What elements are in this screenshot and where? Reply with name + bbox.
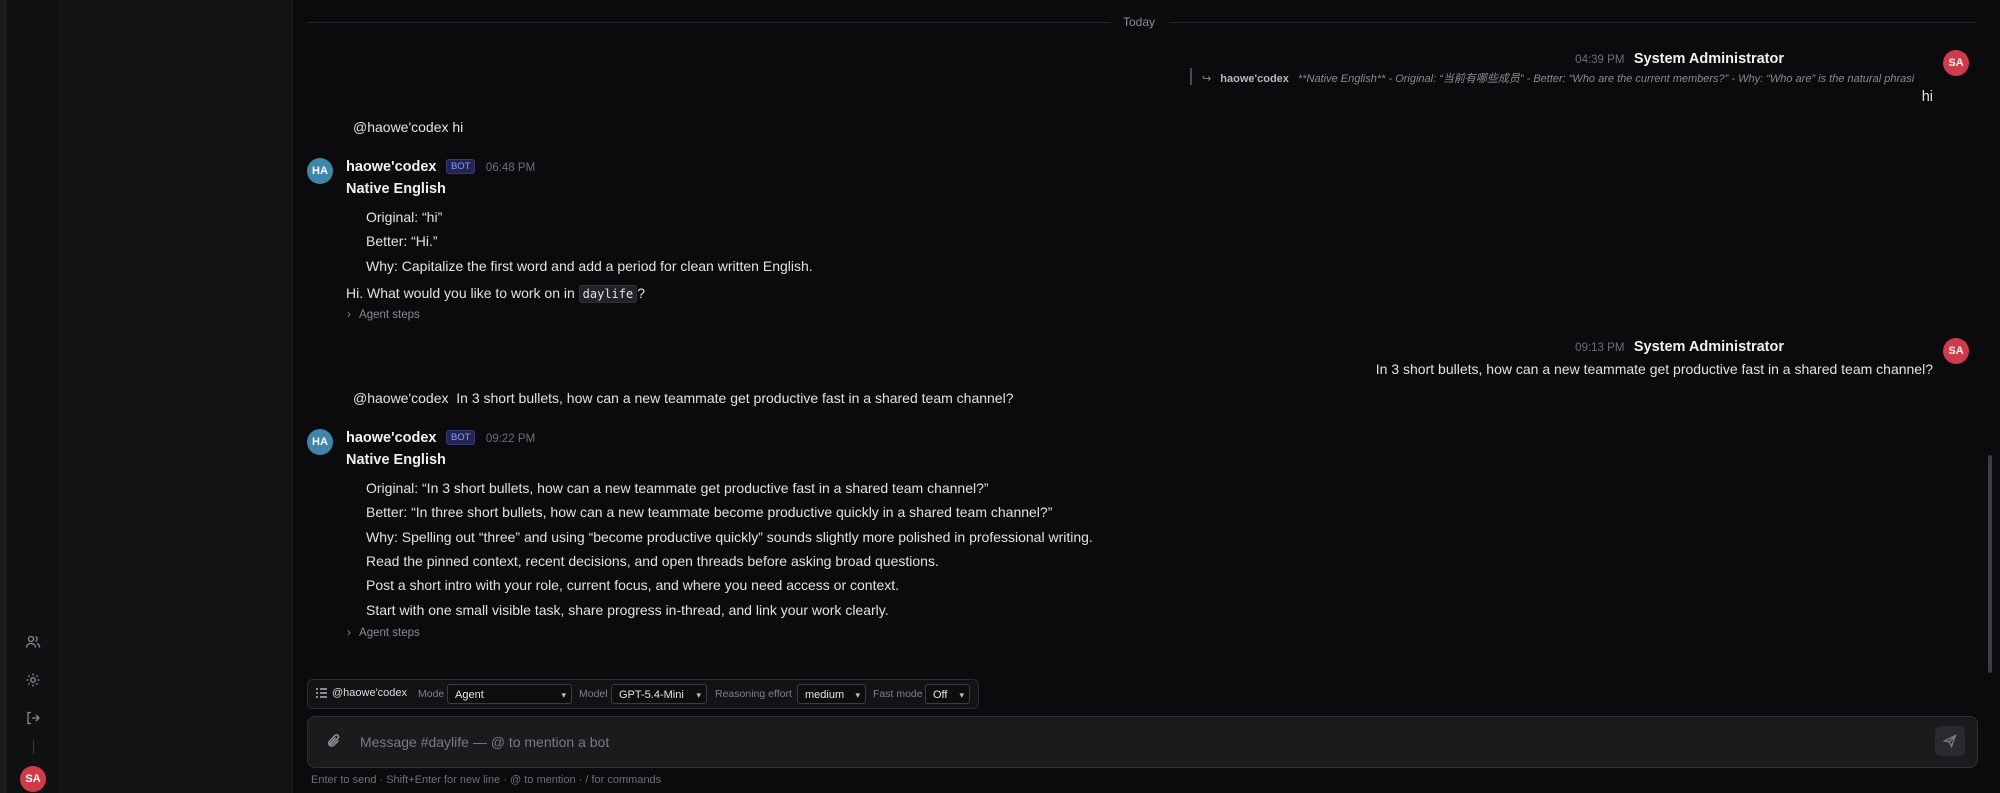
model-select[interactable]: GPT-5.4-Mini ▾ bbox=[611, 684, 707, 704]
fast-mode-label: Fast mode bbox=[873, 688, 923, 700]
message-author[interactable]: haowe'codex bbox=[346, 159, 436, 175]
fast-mode-select[interactable]: Off ▾ bbox=[925, 684, 970, 704]
model-label: Model bbox=[579, 688, 608, 700]
avatar[interactable]: SA bbox=[1943, 338, 1969, 364]
send-icon bbox=[1943, 734, 1957, 748]
send-button[interactable] bbox=[1935, 726, 1965, 756]
message-text: @haowe'codex In 3 short bullets, how can… bbox=[353, 390, 1014, 406]
message-time: 04:39 PM bbox=[1575, 54, 1625, 66]
message-text: Hi. What would you like to work on in da… bbox=[346, 285, 646, 303]
message-time: 09:13 PM bbox=[1575, 342, 1625, 354]
users-icon[interactable] bbox=[23, 632, 43, 652]
bot-avatar[interactable]: HA bbox=[307, 429, 333, 455]
message-text: In 3 short bullets, how can a new teamma… bbox=[1375, 361, 1933, 377]
reply-quote-bar bbox=[1190, 68, 1192, 85]
list-item: Post a short intro with your role, curre… bbox=[366, 577, 900, 593]
reply-arrow-icon: ↪ bbox=[1202, 73, 1212, 85]
bot-name: @haowe'codex bbox=[332, 687, 408, 699]
bot-settings-toolbar: @haowe'codex Mode Agent ▾ Model GPT-5.4-… bbox=[307, 679, 979, 709]
chevron-right-icon: › bbox=[347, 309, 351, 321]
reply-author: haowe'codex bbox=[1220, 73, 1289, 85]
bot-badge: BOT bbox=[445, 430, 476, 446]
message-header: haowe'codex BOT 06:48 PM bbox=[346, 158, 535, 176]
chevron-down-icon: ▾ bbox=[959, 690, 964, 700]
list-item: Why: Capitalize the first word and add a… bbox=[366, 258, 813, 274]
mode-value: Agent bbox=[455, 689, 484, 701]
message-time: 06:48 PM bbox=[485, 162, 536, 174]
reply-text: **Native English** - Original: “当前有哪些成员”… bbox=[1297, 73, 1915, 85]
agent-steps-toggle[interactable]: › Agent steps bbox=[347, 309, 420, 321]
channel-sidebar bbox=[60, 0, 293, 793]
gear-icon[interactable] bbox=[23, 670, 43, 690]
message-header: haowe'codex BOT 09:22 PM bbox=[346, 429, 535, 447]
current-user-avatar[interactable]: SA bbox=[20, 766, 46, 792]
list-item: Read the pinned context, recent decision… bbox=[366, 553, 939, 569]
message-header: 09:13 PM System Administrator bbox=[1575, 338, 1784, 356]
rail-divider bbox=[33, 740, 34, 754]
avatar[interactable]: SA bbox=[1943, 50, 1969, 76]
message-input[interactable] bbox=[358, 730, 1902, 754]
bot-badge: BOT bbox=[445, 159, 476, 175]
message-composer bbox=[307, 716, 1978, 768]
reply-quote[interactable]: ↪ haowe'codex **Native English** - Origi… bbox=[1202, 70, 1914, 86]
mode-label: Mode bbox=[418, 688, 445, 700]
chevron-down-icon: ▾ bbox=[696, 690, 701, 700]
bot-settings-icon bbox=[316, 686, 327, 705]
message-heading: Native English bbox=[346, 181, 446, 197]
message-text: @haowe'codex hi bbox=[353, 119, 464, 135]
message-author[interactable]: System Administrator bbox=[1634, 339, 1784, 355]
chevron-right-icon: › bbox=[347, 627, 351, 639]
logout-icon[interactable] bbox=[23, 708, 43, 728]
message-text-part: Hi. What would you like to work on in bbox=[346, 285, 575, 301]
agent-steps-label: Agent steps bbox=[359, 309, 420, 321]
message-author[interactable]: System Administrator bbox=[1634, 51, 1784, 67]
date-divider-label: Today bbox=[1122, 15, 1156, 29]
list-item: Start with one small visible task, share… bbox=[366, 602, 889, 618]
chevron-down-icon: ▾ bbox=[561, 690, 566, 700]
window-edge bbox=[0, 0, 7, 793]
composer-hint: Enter to send · Shift+Enter for new line… bbox=[311, 774, 662, 786]
reasoning-effort-select[interactable]: medium ▾ bbox=[797, 684, 866, 704]
message-heading: Native English bbox=[346, 452, 446, 468]
chevron-down-icon: ▾ bbox=[855, 690, 860, 700]
message-header: 04:39 PM System Administrator bbox=[1575, 50, 1784, 68]
list-item: Original: “In 3 short bullets, how can a… bbox=[366, 480, 989, 496]
reasoning-effort-label: Reasoning effort bbox=[715, 688, 792, 700]
attach-icon[interactable] bbox=[327, 733, 341, 754]
bot-avatar[interactable]: HA bbox=[307, 158, 333, 184]
inline-code: daylife bbox=[578, 285, 638, 303]
date-divider-line-right bbox=[1169, 22, 1976, 23]
model-value: GPT-5.4-Mini bbox=[619, 689, 684, 701]
reasoning-effort-value: medium bbox=[805, 689, 845, 701]
agent-steps-label: Agent steps bbox=[359, 627, 420, 639]
list-item: Original: “hi” bbox=[366, 209, 443, 225]
message-text: hi bbox=[1921, 89, 1933, 105]
fast-mode-value: Off bbox=[933, 689, 948, 701]
list-item: Better: “Hi.” bbox=[366, 233, 438, 249]
list-item: Why: Spelling out “three” and using “bec… bbox=[366, 529, 1093, 545]
message-time: 09:22 PM bbox=[485, 433, 536, 445]
message-text-part: ? bbox=[637, 285, 646, 301]
message-author[interactable]: haowe'codex bbox=[346, 430, 436, 446]
date-divider-line-left bbox=[307, 22, 1111, 23]
list-item: Better: “In three short bullets, how can… bbox=[366, 504, 1053, 520]
scrollbar-thumb[interactable] bbox=[1988, 455, 1992, 673]
agent-steps-toggle[interactable]: › Agent steps bbox=[347, 627, 420, 639]
mode-select[interactable]: Agent ▾ bbox=[447, 684, 572, 704]
app-rail: SA bbox=[7, 0, 60, 793]
